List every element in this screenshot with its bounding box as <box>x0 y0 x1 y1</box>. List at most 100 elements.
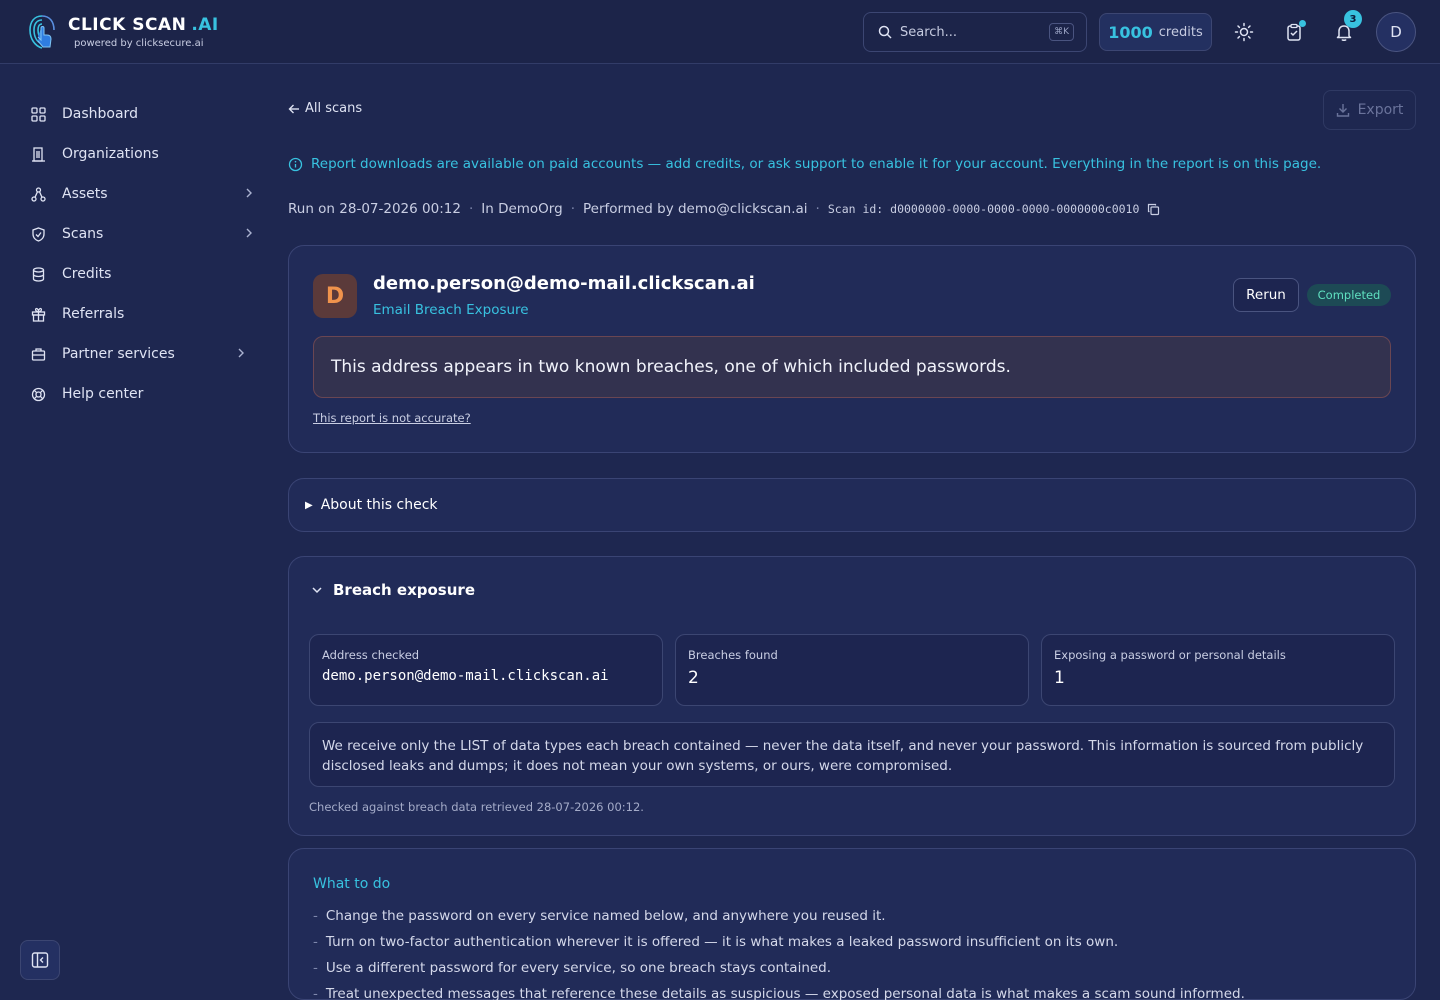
tasks-indicator-dot <box>1299 20 1306 27</box>
status-badge: Completed <box>1307 284 1391 306</box>
stat-label: Address checked <box>322 648 420 662</box>
about-check-toggle[interactable]: ▶ About this check <box>305 497 438 513</box>
notice-text: Report downloads are available on paid a… <box>311 156 1322 172</box>
back-label: All scans <box>305 101 363 116</box>
sidebar-item-partner-services[interactable]: Partner services <box>28 334 260 374</box>
stat-exposing-details: Exposing a password or personal details … <box>1041 634 1395 706</box>
list-item: - Change the password on every service na… <box>313 908 886 924</box>
meta-separator: · <box>468 201 474 217</box>
rerun-button[interactable]: Rerun <box>1233 278 1299 312</box>
credits-value: 1000 <box>1108 22 1153 42</box>
user-avatar[interactable]: D <box>1376 12 1416 52</box>
copy-icon[interactable] <box>1147 203 1160 216</box>
search-placeholder: Search... <box>900 24 958 40</box>
organization-name: In DemoOrg <box>481 201 563 217</box>
stat-value: 2 <box>688 668 699 688</box>
grid-icon <box>30 106 46 122</box>
meta-separator: · <box>570 201 575 217</box>
sidebar-item-referrals[interactable]: Referrals <box>28 294 260 334</box>
theme-toggle-button[interactable] <box>1232 20 1256 44</box>
back-to-scans-link[interactable]: All scans <box>288 101 362 116</box>
stat-value: 1 <box>1054 668 1065 688</box>
scan-meta: Run on 28-07-2026 00:12 · In DemoOrg · P… <box>288 201 1160 217</box>
stat-label: Exposing a password or personal details <box>1054 648 1286 662</box>
performed-by: Performed by demo@clickscan.ai <box>582 201 808 217</box>
sidebar-item-help-center[interactable]: Help center <box>28 374 260 414</box>
sidebar-item-dashboard[interactable]: Dashboard <box>28 94 260 134</box>
brand-subtitle: powered by clicksecure.ai <box>74 38 204 49</box>
sidebar-item-label: Organizations <box>62 146 159 162</box>
sidebar-item-scans[interactable]: Scans <box>28 214 260 254</box>
sun-icon <box>1234 22 1254 42</box>
result-summary: This address appears in two known breach… <box>313 336 1391 398</box>
stat-label: Breaches found <box>688 648 778 662</box>
list-item: - Treat unexpected messages that referenc… <box>313 986 1245 1000</box>
sidebar-toggle-icon <box>31 952 49 968</box>
section-title: Breach exposure <box>333 581 475 599</box>
sidebar-item-label: Referrals <box>62 306 125 322</box>
brand-title: CLICK SCAN .AI <box>68 15 219 35</box>
network-icon <box>30 186 46 202</box>
scan-result-card: D demo.person@demo-mail.clickscan.ai Ema… <box>288 245 1416 453</box>
meta-separator: · <box>815 201 820 217</box>
breach-exposure-section: Breach exposure Address checked demo.per… <box>288 556 1416 836</box>
stat-value: demo.person@demo-mail.clickscan.ai <box>322 668 609 684</box>
gift-icon <box>31 307 45 322</box>
collapse-sidebar-button[interactable] <box>20 940 60 980</box>
run-date: Run on 28-07-2026 00:12 <box>288 201 461 217</box>
what-to-do-list: - Change the password on every service na… <box>313 903 1245 1000</box>
sidebar-item-organizations[interactable]: Organizations <box>28 134 260 174</box>
download-notice: Report downloads are available on paid a… <box>288 156 1321 172</box>
sidebar-item-label: Assets <box>62 186 108 202</box>
triangle-right-icon: ▶ <box>305 499 313 511</box>
sidebar-item-credits[interactable]: Credits <box>28 254 260 294</box>
what-to-do-section: What to do - Change the password on every… <box>288 848 1416 1000</box>
database-icon <box>32 266 44 282</box>
search-shortcut: ⌘K <box>1049 23 1074 41</box>
scan-id: Scan id: d0000000-0000-0000-0000-0000000… <box>827 202 1140 216</box>
chevron-down-icon <box>312 587 322 594</box>
sidebar-item-label: Partner services <box>62 346 175 362</box>
credits-label: credits <box>1158 24 1203 40</box>
stat-breaches-found: Breaches found 2 <box>675 634 1029 706</box>
target-avatar: D <box>313 274 357 318</box>
notifications-count-badge: 3 <box>1344 10 1362 28</box>
info-icon <box>288 157 303 171</box>
sidebar-item-assets[interactable]: Assets <box>28 174 260 214</box>
search-input[interactable]: Search... ⌘K <box>863 12 1087 52</box>
what-to-do-title: What to do <box>313 876 391 892</box>
stat-address-checked: Address checked demo.person@demo-mail.cl… <box>309 634 663 706</box>
sidebar-item-label: Scans <box>62 226 104 242</box>
sidebar: Dashboard Organizations Assets Scans Cre… <box>0 65 270 1000</box>
credits-button[interactable]: 1000 credits <box>1099 13 1212 51</box>
shield-icon <box>31 226 45 242</box>
chevron-right-icon <box>244 186 254 202</box>
briefcase-icon <box>31 347 45 361</box>
about-check-disclosure[interactable]: ▶ About this check <box>288 478 1416 532</box>
about-check-label: About this check <box>320 497 438 513</box>
search-icon <box>878 25 892 39</box>
fingerprint-hand-icon <box>29 15 55 49</box>
scan-type: Email Breach Exposure <box>373 302 529 318</box>
export-button[interactable]: Export <box>1323 90 1416 130</box>
lifebuoy-icon <box>31 387 45 401</box>
building-icon <box>31 146 45 162</box>
target-email: demo.person@demo-mail.clickscan.ai <box>373 273 755 294</box>
data-source-note: We receive only the LIST of data types e… <box>309 722 1395 787</box>
brand-logo[interactable]: CLICK SCAN .AI powered by clicksecure.ai <box>28 13 219 51</box>
list-item: - Turn on two-factor authentication where… <box>313 934 1119 950</box>
export-label: Export <box>1357 102 1404 118</box>
summary-text: This address appears in two known breach… <box>331 357 1011 377</box>
checked-timestamp: Checked against breach data retrieved 28… <box>309 800 644 814</box>
breach-exposure-toggle[interactable]: Breach exposure <box>311 581 475 599</box>
list-item: - Use a different password for every serv… <box>313 960 832 976</box>
tasks-button[interactable] <box>1282 20 1306 44</box>
sidebar-item-label: Credits <box>62 266 112 282</box>
sidebar-item-label: Dashboard <box>62 106 138 122</box>
report-inaccurate-link[interactable]: This report is not accurate? <box>313 411 471 425</box>
notifications-button[interactable]: 3 <box>1332 10 1362 44</box>
chevron-right-icon <box>244 226 254 242</box>
arrow-left-icon <box>288 104 299 113</box>
top-header: CLICK SCAN .AI powered by clicksecure.ai … <box>0 0 1440 64</box>
chevron-right-icon <box>236 346 246 362</box>
